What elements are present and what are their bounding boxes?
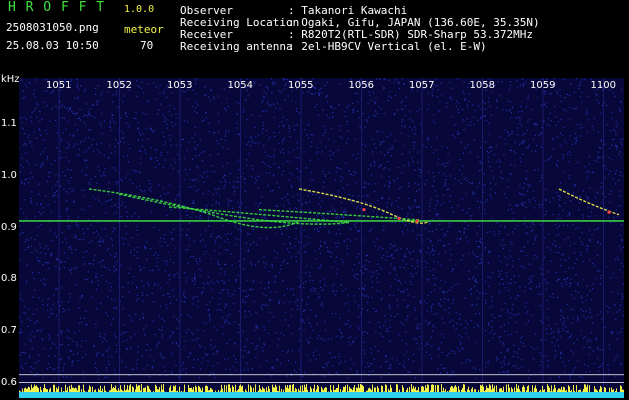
datetime-label: 25.08.03 10:50 [6, 39, 99, 52]
signal-peak [362, 208, 366, 212]
y-tick-label: 0.6 [1, 376, 17, 388]
signal-peak [415, 219, 419, 223]
y-tick-label: 0.9 [1, 221, 17, 233]
y-tick-label: 1.1 [1, 118, 17, 130]
x-tick-label: 1100 [590, 80, 616, 91]
level-baseline [19, 392, 624, 398]
x-tick-label: 1052 [106, 80, 132, 91]
app-title: H R O F F T [8, 0, 106, 15]
x-tick-label: 1053 [167, 80, 193, 91]
spectrogram-canvas [19, 78, 624, 398]
info-antenna-value: : 2el-HB9CV Vertical (el. E-W) [288, 40, 487, 53]
signal-peak [607, 210, 611, 214]
meteor-count: 70 [140, 39, 154, 52]
hrofft-window: H R O F F T 1.0.0 2508031050.png meteor … [0, 0, 629, 400]
y-tick-label: 1.0 [1, 170, 17, 182]
x-tick-label: 1058 [469, 80, 495, 91]
noise-layer [19, 78, 624, 380]
y-tick-label: 0.8 [1, 273, 17, 285]
filename-label: 2508031050.png [6, 21, 99, 34]
x-tick-label: 1056 [348, 80, 374, 91]
x-tick-label: 1059 [530, 80, 556, 91]
meteor-label: meteor [124, 23, 164, 36]
info-antenna-label: Receiving antenna [180, 40, 293, 53]
meteor-trail [298, 188, 430, 224]
x-tick-label: 1051 [46, 80, 72, 91]
version-label: 1.0.0 [124, 4, 155, 15]
y-axis-unit: kHz [1, 74, 20, 85]
spectrogram-plot [19, 78, 624, 398]
signal-peak [397, 216, 401, 220]
x-tick-label: 1054 [227, 80, 253, 91]
x-tick-label: 1057 [409, 80, 435, 91]
x-tick-label: 1055 [288, 80, 314, 91]
y-tick-label: 0.7 [1, 324, 17, 336]
